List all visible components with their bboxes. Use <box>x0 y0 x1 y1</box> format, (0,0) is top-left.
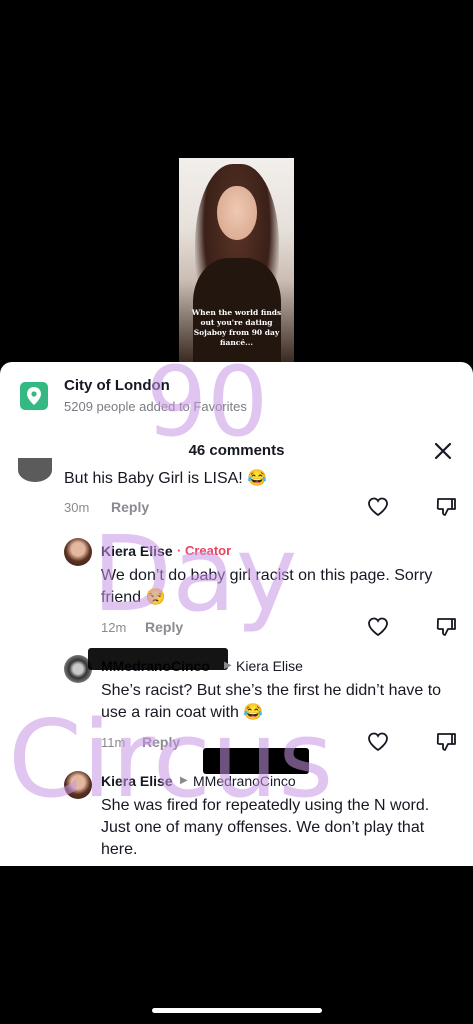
avatar[interactable] <box>64 771 92 799</box>
redaction-bar <box>203 748 309 774</box>
comment-text: But his Baby Girl is LISA! 😂 <box>64 470 268 487</box>
comment-text: We don’t do baby girl racist on this pag… <box>101 567 433 606</box>
reply-to-name[interactable]: MMedranoCinco <box>193 773 296 789</box>
location-title[interactable]: City of London <box>64 377 170 394</box>
comment-author[interactable]: Kiera Elise <box>101 773 173 789</box>
location-subtitle: 5209 people added to Favorites <box>64 399 247 414</box>
reply-button[interactable]: Reply <box>111 499 149 515</box>
close-icon[interactable] <box>432 440 454 462</box>
comments-sheet: City of London 5209 people added to Favo… <box>0 362 473 866</box>
video-thumbnail[interactable]: When the world finds out you're dating S… <box>179 158 294 362</box>
thumbnail-face <box>217 186 257 240</box>
dislike-icon[interactable] <box>434 495 458 519</box>
heart-icon[interactable] <box>366 730 390 754</box>
reply-arrow-icon: ▶ <box>224 660 232 671</box>
comment-text: She was fired for repeatedly using the N… <box>101 797 430 858</box>
avatar[interactable] <box>64 538 92 566</box>
heart-icon[interactable] <box>366 495 390 519</box>
comment-time: 12m <box>101 620 127 635</box>
home-indicator[interactable] <box>152 1008 322 1013</box>
creator-badge: · Creator <box>177 543 232 558</box>
comment-time: 11m <box>101 735 126 750</box>
dislike-icon[interactable] <box>434 730 458 754</box>
dislike-icon[interactable] <box>434 615 458 639</box>
comment-text: She’s racist? But she’s the first he did… <box>101 682 442 721</box>
comment-author[interactable]: Kiera Elise <box>101 543 173 559</box>
location-pin-icon[interactable] <box>20 382 48 410</box>
comment-time: 30m <box>64 500 90 515</box>
redaction-bar <box>88 648 228 670</box>
heart-icon[interactable] <box>366 615 390 639</box>
reply-arrow-icon: ▶ <box>180 775 188 786</box>
avatar[interactable] <box>18 458 52 482</box>
comments-count: 46 comments <box>188 442 285 459</box>
reply-button[interactable]: Reply <box>145 619 183 635</box>
video-caption: When the world finds out you're dating S… <box>191 308 282 347</box>
reply-to-name[interactable]: Kiera Elise <box>236 658 303 674</box>
reply-button[interactable]: Reply <box>142 734 180 750</box>
